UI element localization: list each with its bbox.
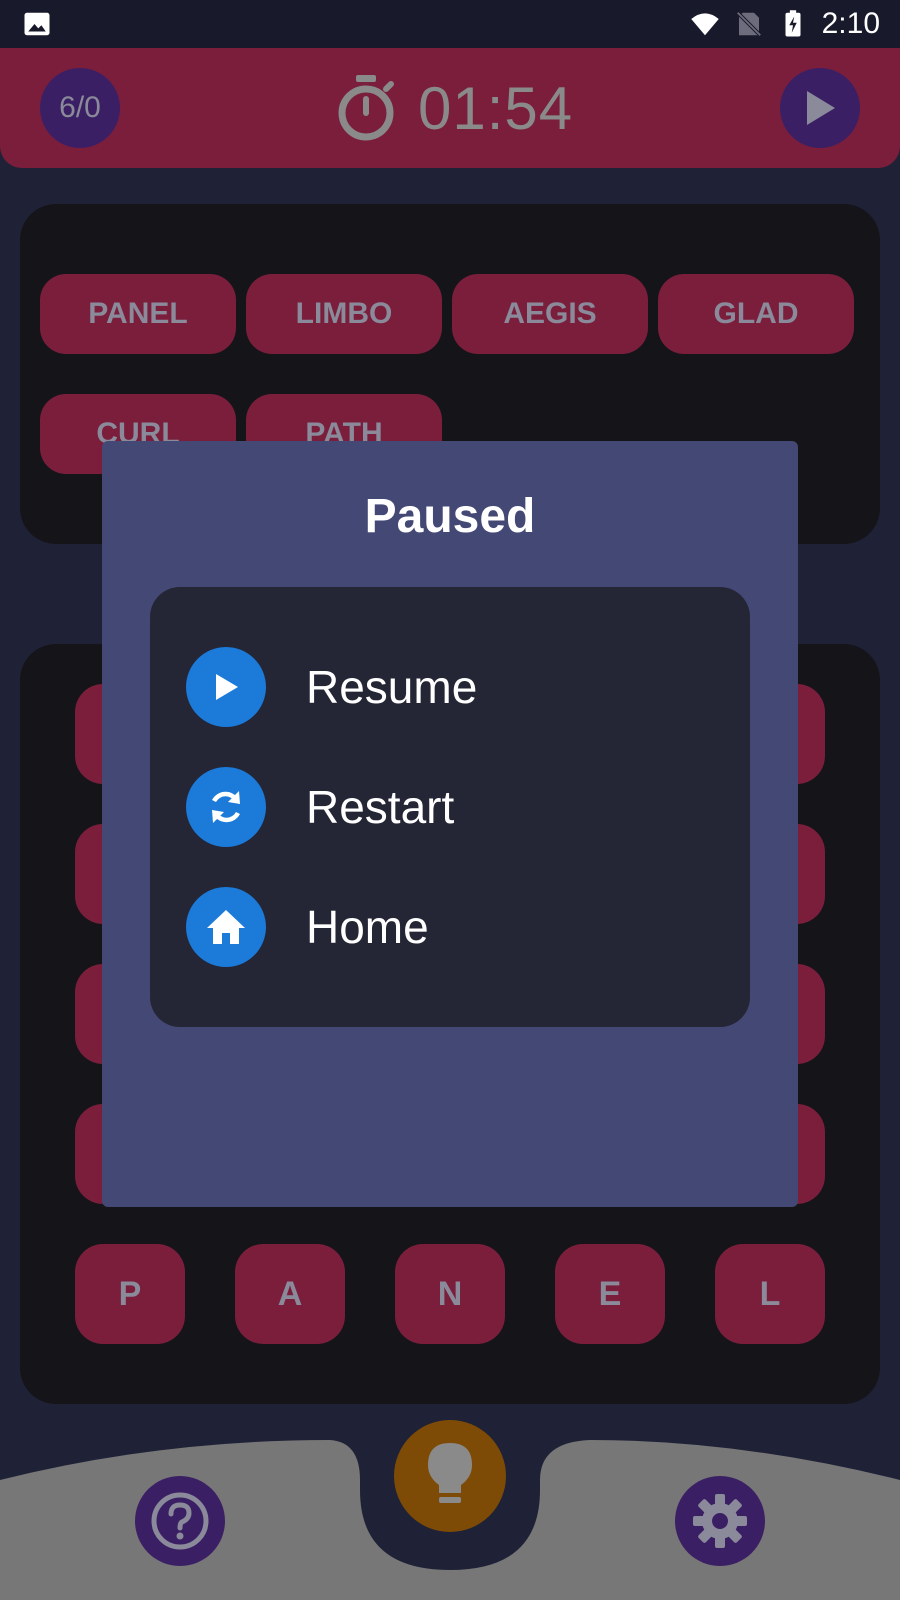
gear-icon xyxy=(693,1494,747,1548)
play-icon xyxy=(807,91,835,125)
bottom-bar xyxy=(0,1420,900,1600)
score-text: 6/0 xyxy=(59,91,101,124)
game-header: 6/0 01:54 xyxy=(0,48,900,168)
letter-tile[interactable]: P xyxy=(75,1244,185,1344)
home-label: Home xyxy=(306,901,429,953)
word-chip[interactable]: GLAD xyxy=(658,274,854,354)
letter-tile[interactable]: A xyxy=(235,1244,345,1344)
image-icon xyxy=(24,12,50,36)
stopwatch-icon xyxy=(338,75,394,141)
word-chip[interactable]: AEGIS xyxy=(452,274,648,354)
battery-charging-icon xyxy=(785,10,801,37)
restart-icon-badge xyxy=(186,767,266,847)
word-chip[interactable]: LIMBO xyxy=(246,274,442,354)
refresh-icon xyxy=(212,791,240,823)
resume-button[interactable]: Resume xyxy=(186,647,706,727)
wifi-icon xyxy=(690,13,719,36)
settings-button[interactable] xyxy=(675,1476,765,1566)
home-icon xyxy=(207,910,245,944)
status-time: 2:10 xyxy=(821,7,880,40)
status-bar: 2:10 xyxy=(0,0,900,48)
help-icon xyxy=(151,1492,209,1550)
letter-tile[interactable]: L xyxy=(715,1244,825,1344)
letter-tile[interactable]: N xyxy=(395,1244,505,1344)
play-button[interactable] xyxy=(780,68,860,148)
timer-text: 01:54 xyxy=(418,74,574,142)
word-chip[interactable]: PANEL xyxy=(40,274,236,354)
lightbulb-icon xyxy=(428,1443,472,1503)
hint-button[interactable] xyxy=(394,1420,506,1532)
resume-icon-badge xyxy=(186,647,266,727)
home-button[interactable]: Home xyxy=(186,887,706,967)
pause-menu: Resume Restart Home xyxy=(150,587,750,1027)
pause-dialog: Paused Resume Restart Home xyxy=(102,441,798,1207)
resume-label: Resume xyxy=(306,661,478,713)
no-sim-icon xyxy=(736,11,762,37)
play-icon xyxy=(216,674,238,700)
letter-tile[interactable]: E xyxy=(555,1244,665,1344)
timer: 01:54 xyxy=(336,70,573,146)
restart-button[interactable]: Restart xyxy=(186,767,706,847)
dialog-title: Paused xyxy=(364,490,536,543)
score-badge: 6/0 xyxy=(40,68,120,148)
home-icon-badge xyxy=(186,887,266,967)
restart-label: Restart xyxy=(306,781,455,833)
help-button[interactable] xyxy=(135,1476,225,1566)
